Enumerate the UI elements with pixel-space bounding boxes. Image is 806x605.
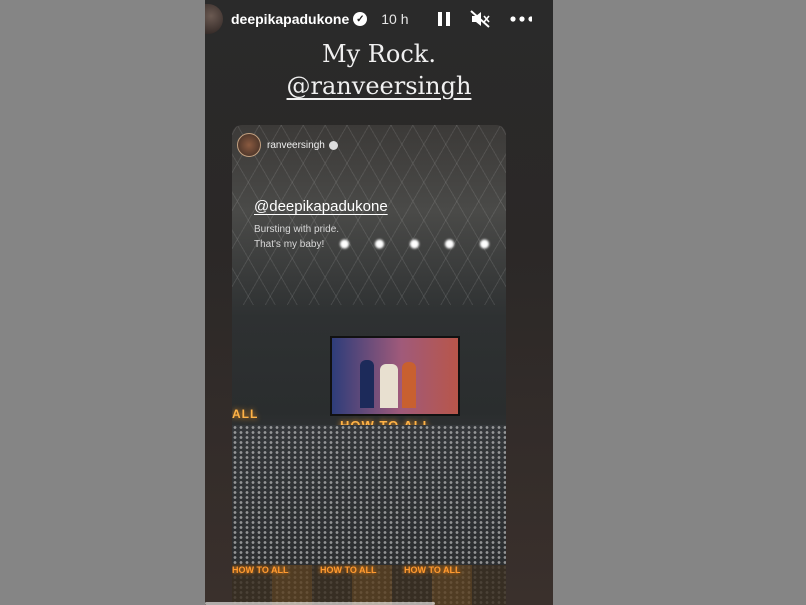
more-icon bbox=[510, 16, 532, 22]
jumbotron-screen-image bbox=[330, 336, 460, 416]
reshared-avatar[interactable] bbox=[237, 133, 261, 157]
reshared-username[interactable]: ranveersingh bbox=[267, 140, 325, 151]
mention-link[interactable]: @ranveersingh bbox=[205, 72, 553, 100]
verified-badge-icon: ✓ bbox=[353, 12, 368, 26]
muted-speaker-icon bbox=[470, 10, 490, 28]
arena-sign-left: ALL bbox=[232, 407, 259, 421]
more-options-button[interactable] bbox=[510, 9, 532, 29]
story-viewer[interactable]: deepikapadukone ✓ 10 h My Rock. @ranveer… bbox=[205, 0, 553, 605]
story-username[interactable]: deepikapadukone bbox=[231, 11, 349, 27]
note-line: Bursting with pride. bbox=[254, 224, 340, 235]
arena-sign-low: HOW TO ALL bbox=[404, 565, 461, 575]
mute-button[interactable] bbox=[469, 9, 491, 29]
story-caption: My Rock. bbox=[322, 40, 436, 68]
reshared-note: Bursting with pride. That's my baby! bbox=[254, 222, 339, 252]
arena-sign-low: HOW TO ALL bbox=[232, 565, 289, 575]
stadium-lights-image bbox=[327, 233, 502, 255]
story-header: deepikapadukone ✓ 10 h bbox=[205, 0, 553, 38]
verified-badge-icon bbox=[328, 140, 338, 150]
pause-icon bbox=[438, 12, 450, 26]
reshared-mention-link[interactable]: @deepikapadukone bbox=[254, 198, 388, 215]
arena-sign-low: HOW TO ALL bbox=[320, 565, 377, 575]
avatar[interactable] bbox=[205, 4, 223, 34]
pause-button[interactable] bbox=[433, 9, 455, 29]
story-timestamp: 10 h bbox=[381, 11, 409, 27]
reshared-story-card[interactable]: ranveersingh @deepikapadukone Bursting w… bbox=[232, 125, 506, 605]
reshared-post-header: ranveersingh bbox=[237, 133, 338, 157]
note-line: That's my baby! bbox=[254, 239, 325, 250]
